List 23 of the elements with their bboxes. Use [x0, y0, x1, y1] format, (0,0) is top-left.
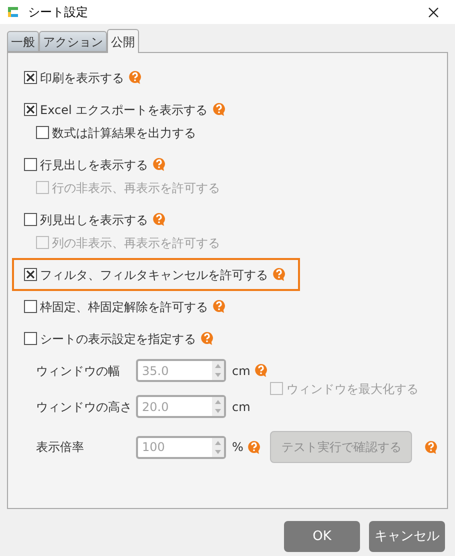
option-label: フィルタ、フィルタキャンセルを許可する	[40, 266, 268, 284]
tab[interactable]: アクション	[39, 31, 107, 52]
option-label: 数式は計算結果を出力する	[52, 124, 196, 142]
dialog-button[interactable]: キャンセル	[369, 521, 445, 552]
unit-label: cm	[232, 398, 250, 416]
option-label: ウィンドウを最大化する	[286, 380, 418, 398]
option-label: 枠固定、枠固定解除を許可する	[40, 298, 208, 316]
option-label: Excel エクスポートを表示する	[40, 102, 208, 118]
unit-label: cm	[232, 362, 250, 380]
dialog-button[interactable]: OK	[284, 521, 360, 552]
tab[interactable]: 公開	[107, 29, 139, 53]
option-label: 列の非表示、再表示を許可する	[52, 234, 220, 252]
tab[interactable]: 一般	[7, 31, 39, 52]
option-label: 行見出しを表示する	[40, 156, 148, 174]
field-label: 表示倍率	[36, 439, 85, 456]
option-label: 列見出しを表示する	[40, 212, 148, 228]
field-label: ウィンドウの高さ	[36, 398, 133, 416]
unit-label: %	[232, 439, 244, 456]
option-label: 行の非表示、再表示を許可する	[52, 180, 220, 196]
option-label: 印刷を表示する	[40, 70, 124, 86]
field-label: ウィンドウの幅	[36, 362, 121, 380]
window-title: シート設定	[28, 4, 88, 21]
option-label: シートの表示設定を指定する	[40, 330, 196, 348]
